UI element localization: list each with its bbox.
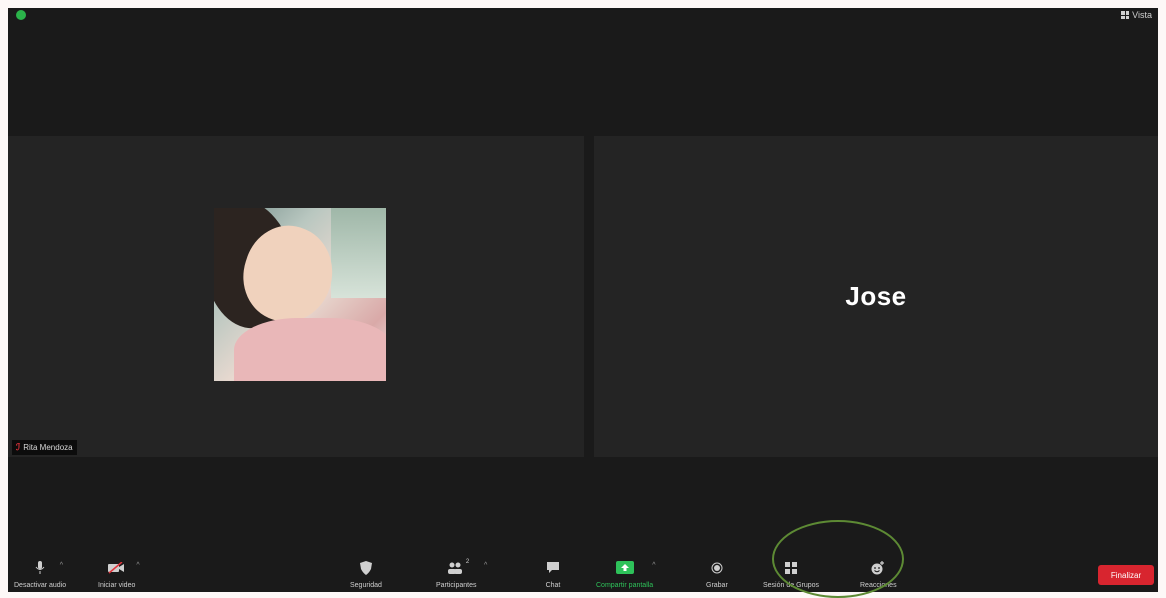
participants-icon: 2 ^ [447, 559, 487, 575]
chat-button[interactable]: Chat [544, 561, 562, 590]
video-tile-participant-1[interactable]: ℐ Rita Mendoza [8, 136, 584, 457]
microphone-icon: ^ [31, 561, 63, 575]
start-video-button[interactable]: ^ Iniciar video [98, 561, 140, 590]
encryption-shield-icon[interactable] [16, 10, 26, 20]
share-screen-button[interactable]: ^ Compartir pantalla [596, 561, 656, 590]
share-screen-icon: ^ [615, 561, 656, 575]
meeting-window: Vista ℐ Rita Mendoza Jose ^ Desactivar a… [8, 8, 1158, 592]
participants-button[interactable]: 2 ^ Participantes [436, 559, 487, 590]
participant-name-label: Rita Mendoza [23, 443, 73, 452]
end-meeting-button[interactable]: Finalizar [1098, 565, 1154, 585]
participant-name-tag: ℐ Rita Mendoza [12, 440, 77, 455]
video-camera-off-icon: ^ [107, 561, 140, 575]
video-tile-participant-2[interactable]: Jose [594, 136, 1158, 457]
audio-options-chevron-icon[interactable]: ^ [60, 562, 63, 569]
participant-display-name: Jose [845, 281, 907, 311]
share-options-chevron-icon[interactable]: ^ [652, 562, 655, 569]
view-button[interactable]: Vista [1121, 10, 1152, 20]
participants-count-badge: 2 [465, 559, 470, 565]
participant-profile-photo [214, 208, 386, 381]
record-button[interactable]: Grabar [706, 561, 728, 590]
shield-icon [357, 561, 375, 575]
video-options-chevron-icon[interactable]: ^ [136, 562, 139, 569]
annotation-highlight-circle [772, 520, 904, 598]
meeting-toolbar: ^ Desactivar audio ^ Iniciar video Segur… [8, 548, 1158, 592]
chat-bubble-icon [544, 561, 562, 575]
mute-button[interactable]: ^ Desactivar audio [14, 561, 66, 590]
view-label: Vista [1132, 10, 1152, 20]
participants-options-chevron-icon[interactable]: ^ [484, 562, 487, 569]
record-icon [708, 561, 726, 575]
security-button[interactable]: Seguridad [350, 561, 382, 590]
muted-mic-icon: ℐ [16, 442, 21, 452]
grid-view-icon [1121, 11, 1130, 19]
